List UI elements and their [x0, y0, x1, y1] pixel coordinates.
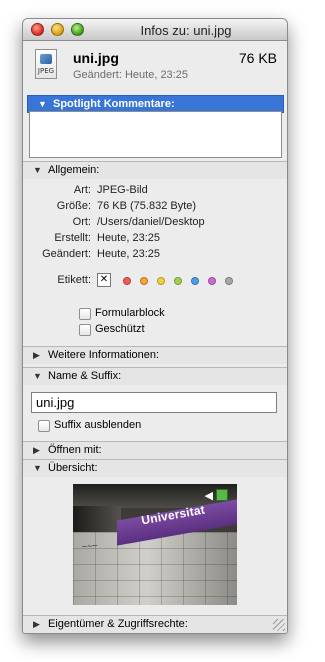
green-label-dot[interactable]	[174, 277, 182, 285]
jpeg-file-icon: JPEG	[35, 49, 57, 79]
file-size: 76 KB	[238, 50, 277, 66]
title-bar[interactable]: Infos zu: uni.jpg	[23, 19, 287, 41]
section-general-label: Allgemein:	[48, 164, 100, 176]
yellow-label-dot[interactable]	[157, 277, 165, 285]
graffiti-mark: ~~~	[81, 540, 99, 552]
kind-value: JPEG-Bild	[97, 184, 148, 196]
section-name-suffix-label: Name & Suffix:	[48, 370, 122, 382]
window-title: Infos zu: uni.jpg	[140, 23, 232, 38]
file-modified: Geändert: Heute, 23:25	[73, 69, 188, 81]
orange-label-dot[interactable]	[140, 277, 148, 285]
size-value: 76 KB (75.832 Byte)	[97, 200, 197, 212]
disclosure-triangle-icon[interactable]: ▼	[33, 368, 44, 384]
minimize-button-icon[interactable]	[51, 23, 64, 36]
purple-label-dot[interactable]	[208, 277, 216, 285]
section-ownership-label: Eigentümer & Zugriffsrechte:	[48, 618, 188, 630]
file-icon-label: JPEG	[37, 67, 55, 75]
location-label: Ort:	[72, 216, 91, 228]
locked-checkbox[interactable]	[79, 324, 91, 336]
created-label: Erstellt:	[54, 232, 91, 244]
zoom-button-icon[interactable]	[71, 23, 84, 36]
section-spotlight-label: Spotlight Kommentare:	[53, 98, 175, 110]
size-label: Größe:	[56, 200, 91, 212]
disclosure-triangle-icon[interactable]: ▼	[33, 460, 44, 476]
locked-label: Geschützt	[95, 323, 145, 335]
green-sign	[216, 489, 228, 501]
section-general[interactable]: ▼ Allgemein:	[23, 161, 287, 179]
direction-arrow-icon: ◀	[204, 490, 213, 502]
stationery-pad-label: Formularblock	[95, 307, 165, 319]
filename-field[interactable]: uni.jpg	[31, 392, 277, 413]
section-preview-label: Übersicht:	[48, 462, 98, 474]
info-window: Infos zu: uni.jpg JPEG uni.jpg 76 KB Geä…	[22, 18, 288, 634]
color-label-title: Etikett:	[57, 274, 91, 286]
file-header: JPEG uni.jpg 76 KB Geändert: Heute, 23:2…	[23, 41, 287, 91]
clear-label-button[interactable]: ✕	[97, 273, 111, 287]
spotlight-comment-field[interactable]	[29, 111, 282, 158]
modified-value: Heute, 23:25	[97, 248, 160, 260]
created-value: Heute, 23:25	[97, 232, 160, 244]
stationery-pad-checkbox[interactable]	[79, 308, 91, 320]
hide-extension-label: Suffix ausblenden	[54, 419, 142, 431]
disclosure-triangle-icon[interactable]: ▼	[38, 96, 49, 112]
section-preview[interactable]: ▼ Übersicht:	[23, 459, 287, 477]
location-value: /Users/daniel/Desktop	[97, 216, 205, 228]
hide-extension-checkbox[interactable]	[38, 420, 50, 432]
section-open-with-label: Öffnen mit:	[48, 444, 102, 456]
file-name: uni.jpg	[73, 50, 119, 66]
disclosure-triangle-icon[interactable]: ▶	[33, 616, 44, 632]
red-label-dot[interactable]	[123, 277, 131, 285]
modified-label: Geändert:	[42, 248, 91, 260]
section-name-suffix[interactable]: ▼ Name & Suffix:	[23, 367, 287, 385]
section-more-info-label: Weitere Informationen:	[48, 349, 160, 361]
section-more-info[interactable]: ▶ Weitere Informationen:	[23, 346, 287, 364]
close-button-icon[interactable]	[31, 23, 44, 36]
resize-grip-icon[interactable]	[273, 619, 285, 631]
disclosure-triangle-icon[interactable]: ▶	[33, 442, 44, 458]
disclosure-triangle-icon[interactable]: ▼	[33, 162, 44, 178]
section-open-with[interactable]: ▶ Öffnen mit:	[23, 441, 287, 459]
kind-label: Art:	[73, 184, 91, 196]
gray-label-dot[interactable]	[225, 277, 233, 285]
disclosure-triangle-icon[interactable]: ▶	[33, 347, 44, 363]
blue-label-dot[interactable]	[191, 277, 199, 285]
section-ownership[interactable]: ▶ Eigentümer & Zugriffsrechte:	[23, 615, 287, 633]
image-preview: Universitat ◀ ~~~	[73, 484, 237, 605]
